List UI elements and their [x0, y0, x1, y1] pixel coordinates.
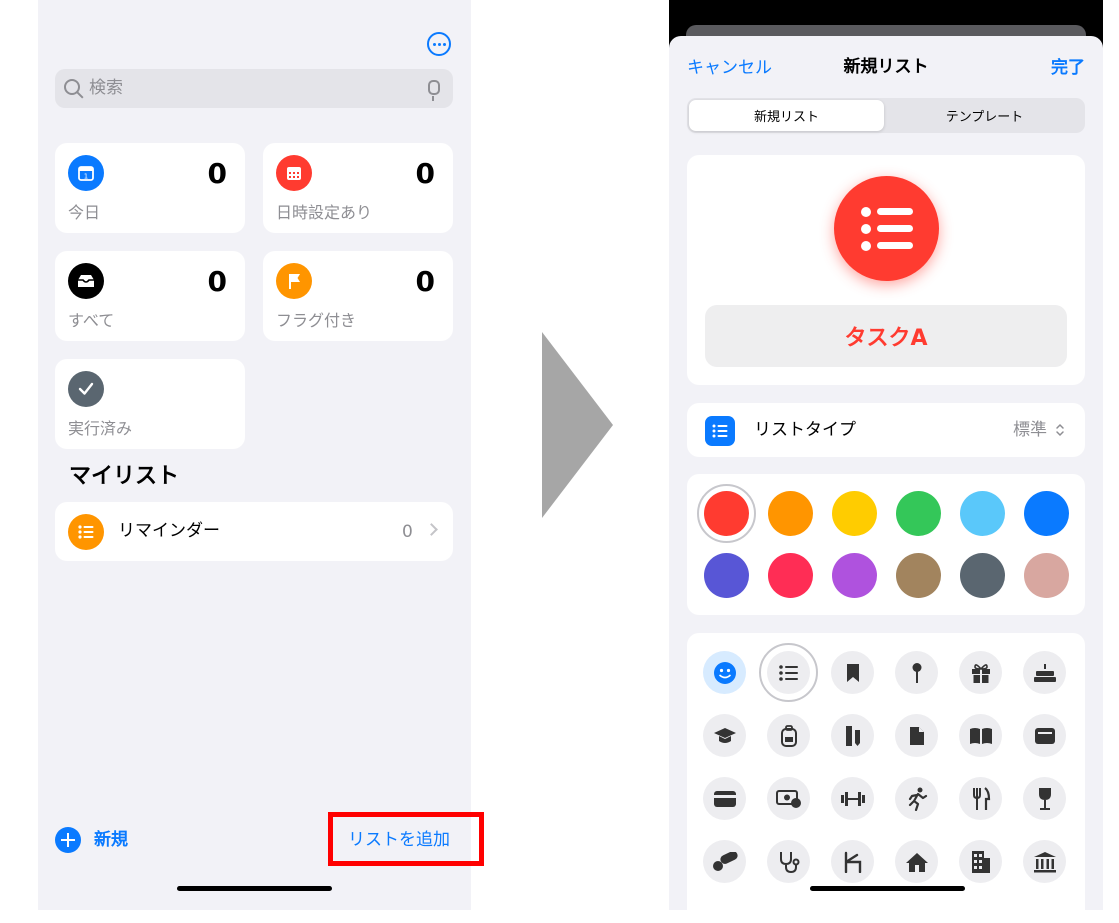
calendar-grid-icon — [276, 155, 312, 191]
book-icon[interactable] — [959, 714, 1002, 757]
color-swatch[interactable] — [832, 553, 877, 598]
list-item-reminders[interactable]: リマインダー 0 — [55, 502, 453, 561]
home-indicator — [177, 886, 332, 891]
smart-list-all[interactable]: 0 すべて — [55, 251, 245, 341]
home-indicator — [810, 886, 965, 891]
color-swatch[interactable] — [896, 491, 941, 536]
icon-picker-panel — [687, 633, 1085, 923]
house-icon[interactable] — [895, 840, 938, 883]
svg-text:1: 1 — [84, 173, 88, 181]
color-swatch[interactable] — [896, 553, 941, 598]
graduation-cap-icon[interactable] — [703, 714, 746, 757]
flag-icon — [276, 263, 312, 299]
chevron-up-down-icon — [1056, 423, 1064, 437]
color-swatch[interactable] — [697, 484, 756, 543]
list-type-label: リストタイプ — [754, 420, 856, 440]
microphone-icon[interactable] — [428, 80, 440, 101]
document-icon[interactable] — [895, 714, 938, 757]
color-picker-panel — [687, 474, 1085, 615]
list-bullet-icon — [68, 514, 104, 550]
smart-list-completed[interactable]: 実行済み — [55, 359, 245, 449]
gift-icon[interactable] — [959, 651, 1002, 694]
pills-icon[interactable] — [703, 840, 746, 883]
smart-list-flagged[interactable]: 0 フラグ付き — [263, 251, 453, 341]
list-bullet-icon — [834, 176, 939, 281]
list-type-icon — [705, 416, 735, 446]
smart-list-count: 0 — [415, 157, 435, 190]
fork-knife-icon[interactable] — [959, 777, 1002, 820]
smart-list-scheduled[interactable]: 0 日時設定あり — [263, 143, 453, 233]
new-reminder-button[interactable]: 新規 — [94, 829, 128, 851]
sheet-title: 新規リスト — [843, 57, 929, 77]
search-placeholder: 検索 — [89, 78, 123, 98]
bank-icon[interactable] — [1023, 840, 1066, 883]
highlight-box — [328, 812, 484, 866]
new-reminder-plus-icon[interactable] — [55, 827, 81, 853]
list-preview-panel: タスクA — [687, 155, 1085, 385]
dumbbell-icon[interactable] — [831, 777, 874, 820]
color-swatch[interactable] — [768, 553, 813, 598]
reminders-main-screen: 検索 1 0 今日 0 日時設定あり 0 すべて 0 フラグ付き 実行済み マイ… — [38, 0, 471, 910]
calendar-today-icon: 1 — [68, 155, 104, 191]
tray-icon — [68, 263, 104, 299]
search-icon — [64, 79, 80, 95]
my-lists-heading: マイリスト — [69, 464, 180, 489]
smart-list-label: 日時設定あり — [276, 203, 373, 222]
office-building-icon[interactable] — [959, 840, 1002, 883]
running-figure-icon[interactable] — [895, 777, 938, 820]
smart-list-label: 今日 — [68, 203, 101, 222]
list-name: リマインダー — [118, 521, 220, 541]
smart-list-count: 0 — [207, 265, 227, 298]
color-swatch[interactable] — [960, 553, 1005, 598]
done-button[interactable]: 完了 — [1051, 57, 1085, 79]
tab-templates[interactable]: テンプレート — [886, 100, 1083, 131]
tab-new-list[interactable]: 新規リスト — [689, 100, 884, 131]
smiley-icon[interactable] — [703, 651, 746, 694]
ruler-pencil-icon[interactable] — [831, 714, 874, 757]
list-type-value: 標準 — [1013, 420, 1047, 440]
smart-list-label: すべて — [68, 311, 115, 330]
color-swatch[interactable] — [832, 491, 877, 536]
color-swatch[interactable] — [1024, 553, 1069, 598]
transition-arrow-icon — [542, 332, 613, 518]
birthday-cake-icon[interactable] — [1023, 651, 1066, 694]
checkmark-icon — [68, 371, 104, 407]
color-swatch[interactable] — [1024, 491, 1069, 536]
smart-list-label: 実行済み — [68, 419, 133, 438]
smart-list-label: フラグ付き — [276, 311, 357, 330]
list-name-input[interactable]: タスクA — [705, 305, 1067, 367]
smart-list-count: 0 — [415, 265, 435, 298]
more-options-icon[interactable] — [427, 32, 451, 56]
wallet-icon[interactable] — [1023, 714, 1066, 757]
new-list-screen: キャンセル 新規リスト 完了 新規リスト テンプレート タスクA リストタイプ … — [669, 0, 1103, 923]
list-count: 0 — [402, 522, 413, 542]
wine-glass-icon[interactable] — [1023, 777, 1066, 820]
smart-list-today[interactable]: 1 0 今日 — [55, 143, 245, 233]
stethoscope-icon[interactable] — [767, 840, 810, 883]
list-type-row[interactable]: リストタイプ 標準 — [687, 403, 1085, 457]
backpack-icon[interactable] — [767, 714, 810, 757]
chevron-right-icon — [425, 523, 438, 536]
money-icon[interactable] — [767, 777, 810, 820]
chair-icon[interactable] — [831, 840, 874, 883]
bookmark-icon[interactable] — [831, 651, 874, 694]
color-swatch[interactable] — [960, 491, 1005, 536]
list-bullet-icon[interactable] — [759, 643, 818, 702]
pin-icon[interactable] — [895, 651, 938, 694]
credit-card-icon[interactable] — [703, 777, 746, 820]
color-swatch[interactable] — [768, 491, 813, 536]
new-list-sheet: キャンセル 新規リスト 完了 新規リスト テンプレート タスクA リストタイプ … — [669, 36, 1103, 923]
color-swatch[interactable] — [704, 553, 749, 598]
smart-list-count: 0 — [207, 157, 227, 190]
segmented-control: 新規リスト テンプレート — [687, 98, 1085, 133]
search-field[interactable]: 検索 — [55, 69, 453, 108]
